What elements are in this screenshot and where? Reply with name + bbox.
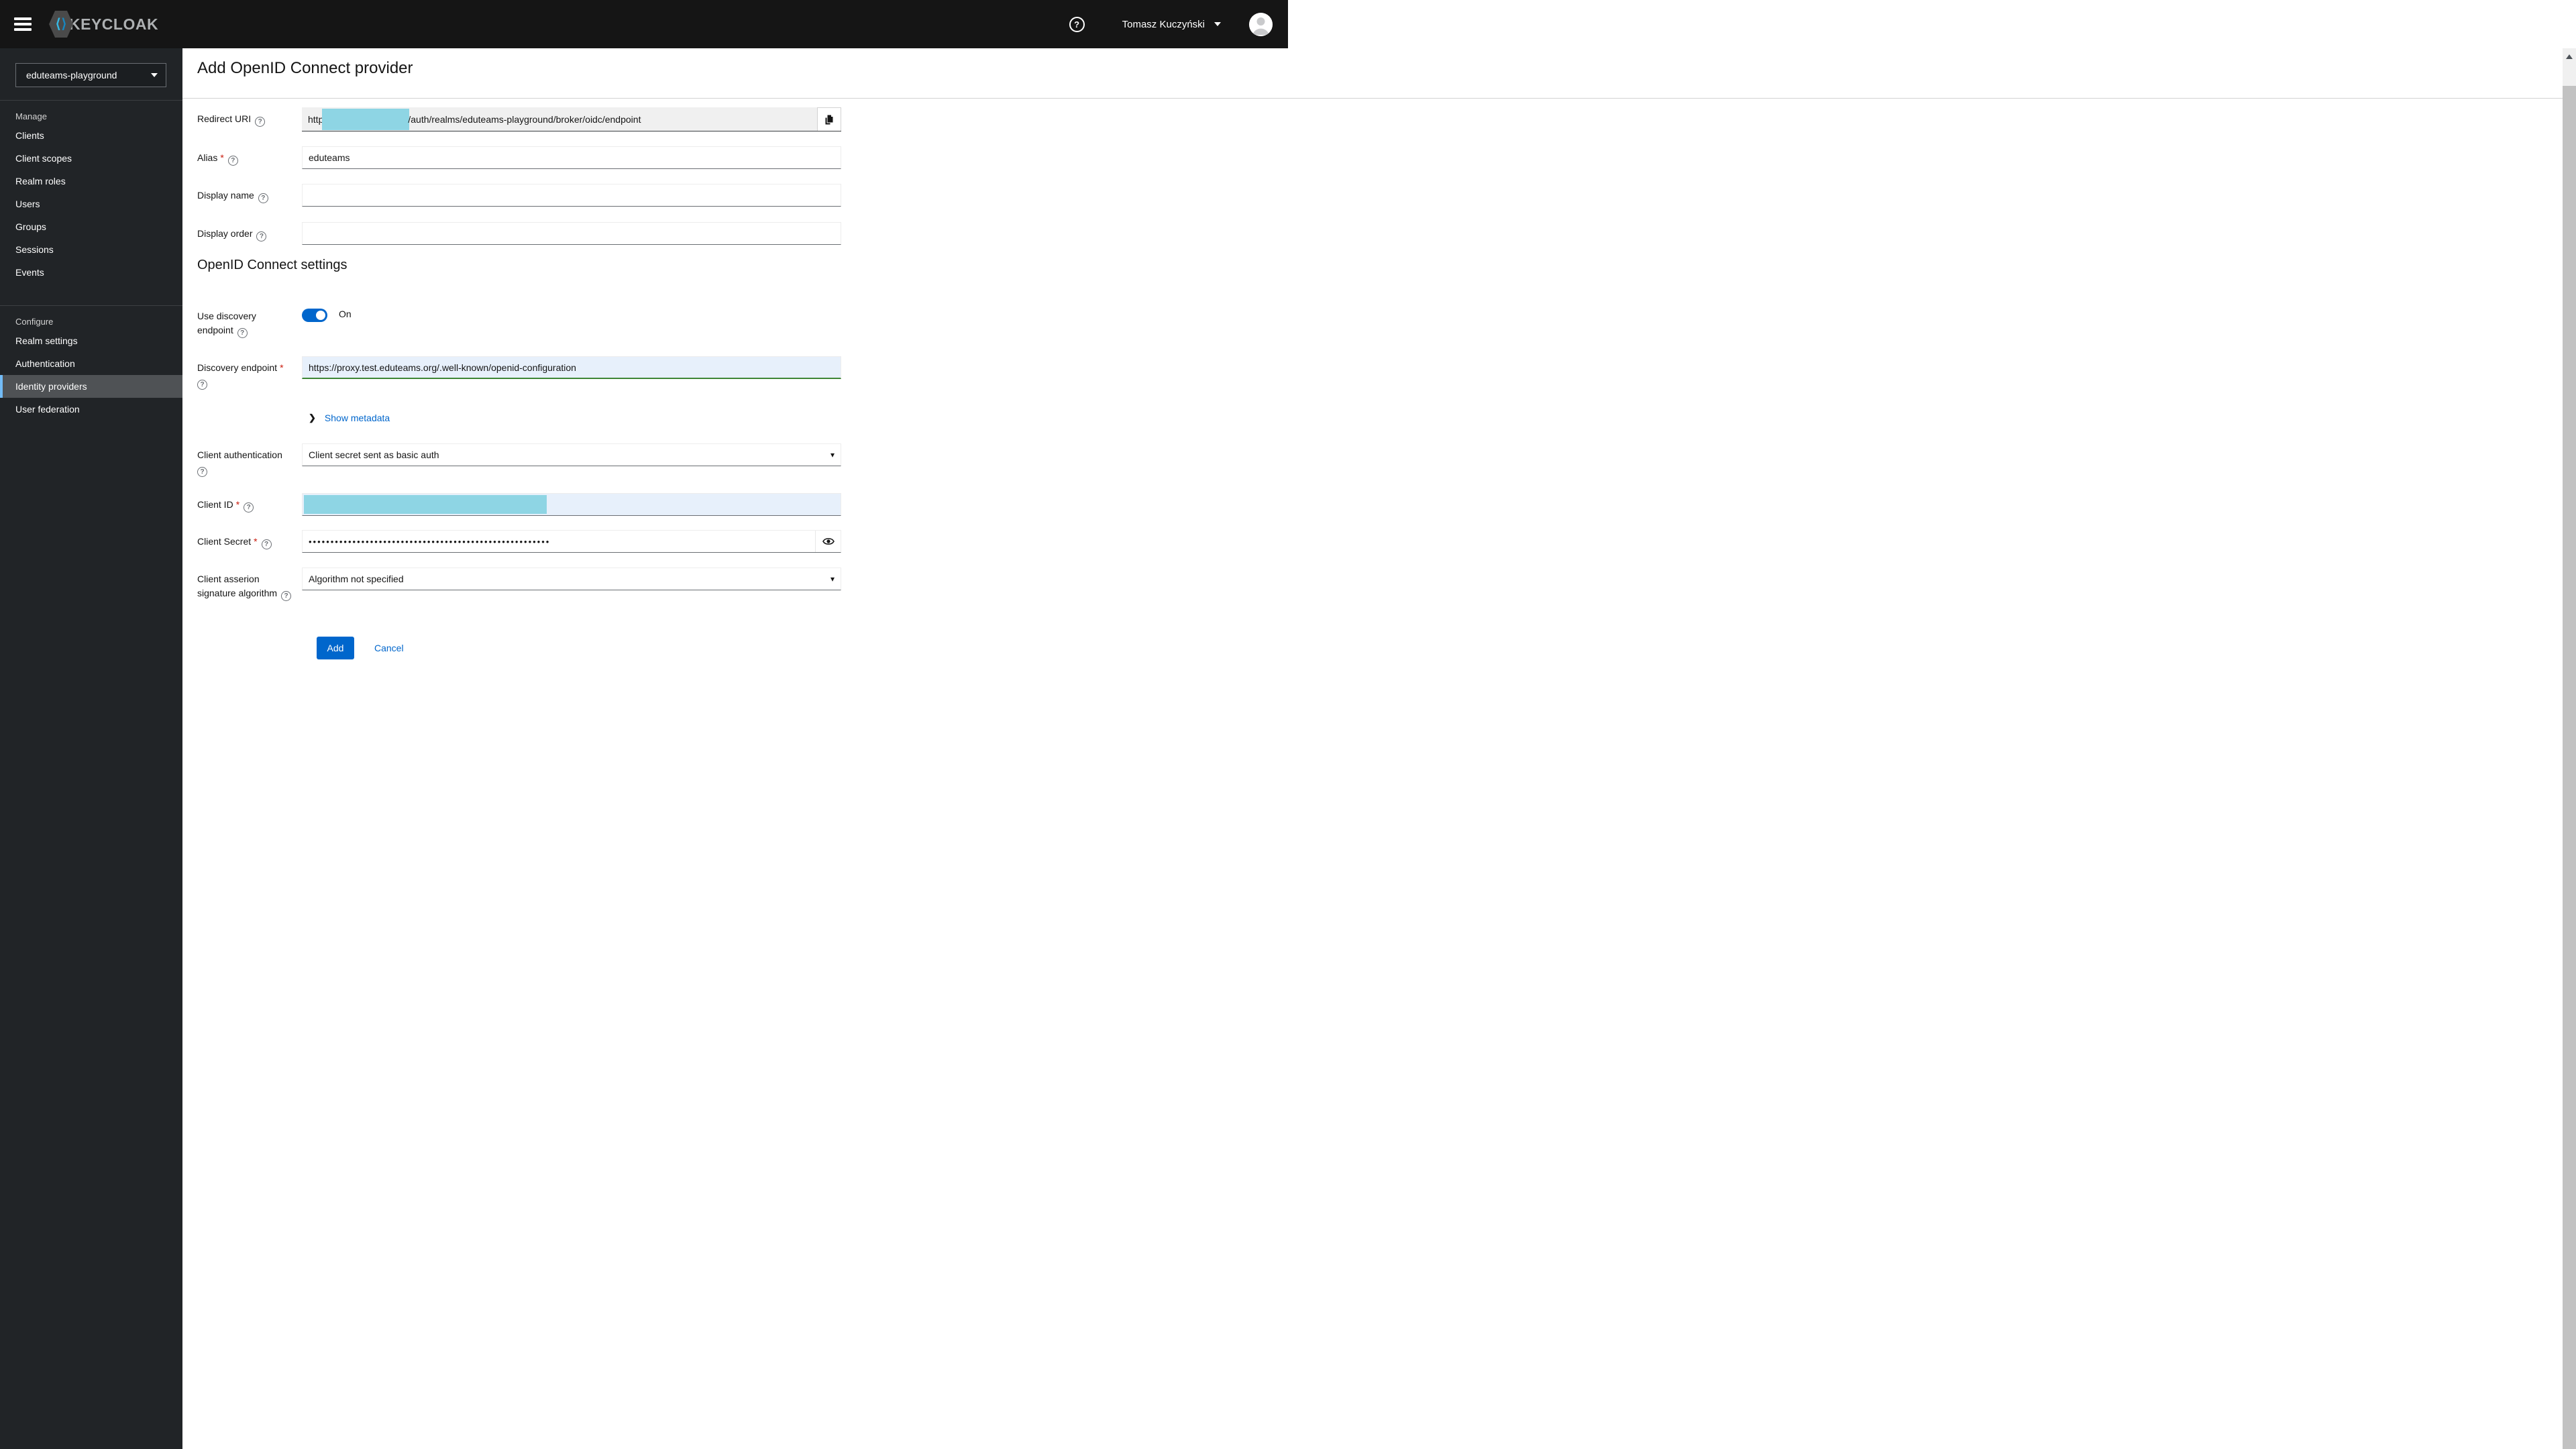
use-discovery-row: Use discovery endpoint? On: [197, 305, 841, 338]
required-marker: *: [235, 499, 240, 510]
divider: [182, 98, 2563, 99]
avatar[interactable]: [1249, 12, 1273, 36]
copy-button[interactable]: [817, 107, 841, 131]
sidebar-item-realm-settings[interactable]: Realm settings: [0, 329, 182, 352]
client-authentication-select[interactable]: Client secret sent as basic auth ▾: [302, 443, 841, 466]
help-icon[interactable]: ?: [261, 539, 272, 549]
chevron-down-icon: [1214, 22, 1221, 26]
display-order-input[interactable]: [302, 222, 841, 245]
client-assertion-alg-select[interactable]: Algorithm not specified ▾: [302, 568, 841, 590]
redirect-uri-label: Redirect URI: [197, 113, 252, 124]
sidebar-item-user-federation[interactable]: User federation: [0, 398, 182, 421]
chevron-down-icon: ▾: [830, 450, 835, 460]
copy-icon: [824, 114, 834, 125]
realm-selector-value: eduteams-playground: [26, 70, 117, 80]
client-assertion-label-line1: Client asserion: [197, 574, 260, 584]
display-name-input[interactable]: [302, 184, 841, 207]
sidebar-item-authentication[interactable]: Authentication: [0, 352, 182, 375]
chevron-down-icon: ▾: [830, 574, 835, 584]
discovery-endpoint-row: Discovery endpoint * ? https://proxy.test…: [197, 356, 841, 390]
sidebar-item-identity-providers[interactable]: Identity providers: [0, 375, 182, 398]
help-icon[interactable]: ?: [227, 156, 238, 166]
section-heading: OpenID Connect settings: [197, 258, 347, 272]
discovery-endpoint-input[interactable]: https://proxy.test.eduteams.org/.well-kn…: [302, 356, 841, 379]
discovery-endpoint-label: Discovery endpoint: [197, 362, 278, 373]
redirect-uri-row: Redirect URI? http/auth/realms/eduteams-…: [197, 107, 841, 131]
help-icon[interactable]: ?: [237, 328, 248, 338]
sidebar: eduteams-playground Manage Clients Clien…: [0, 48, 182, 1449]
help-icon[interactable]: ?: [197, 467, 207, 477]
brand-text: KEYCLOAK: [69, 15, 159, 33]
alias-label: Alias: [197, 152, 218, 163]
nav-group-configure: Configure: [15, 317, 54, 327]
form-actions: Add Cancel: [317, 637, 404, 659]
alias-row: Alias *? eduteams: [197, 146, 841, 169]
user-menu[interactable]: Tomasz Kuczyński: [1122, 19, 1221, 30]
use-discovery-toggle[interactable]: [302, 309, 327, 322]
menu-toggle-icon[interactable]: [14, 17, 32, 31]
cancel-link[interactable]: Cancel: [374, 637, 404, 659]
show-metadata-link[interactable]: Show metadata: [325, 413, 390, 423]
toggle-state-label: On: [339, 309, 352, 319]
scrollbar-track[interactable]: [2563, 48, 2576, 1449]
display-order-label: Display order: [197, 228, 253, 239]
keycloak-logo: ⟨ ⟩ KEYCLOAK: [49, 11, 158, 38]
redaction-overlay: [322, 108, 410, 130]
sidebar-item-sessions[interactable]: Sessions: [0, 238, 182, 261]
use-discovery-label-line1: Use discovery: [197, 311, 256, 321]
client-id-input[interactable]: [302, 493, 841, 516]
sidebar-item-groups[interactable]: Groups: [0, 215, 182, 238]
help-icon[interactable]: ?: [281, 591, 292, 601]
avatar-icon: [1249, 12, 1273, 36]
client-id-label: Client ID: [197, 499, 233, 510]
client-secret-input[interactable]: ••••••••••••••••••••••••••••••••••••••••…: [303, 531, 815, 552]
client-id-row: Client ID *?: [197, 493, 841, 516]
user-name: Tomasz Kuczyński: [1122, 18, 1205, 30]
sidebar-item-clients[interactable]: Clients: [0, 124, 182, 147]
alias-input[interactable]: eduteams: [302, 146, 841, 169]
client-secret-row: Client Secret *? ••••••••••••••••••••••••…: [197, 530, 841, 553]
redirect-uri-field: http/auth/realms/eduteams-playground/bro…: [302, 107, 841, 131]
required-marker: *: [254, 536, 258, 547]
show-metadata-row: ❯ Show metadata: [309, 413, 390, 423]
nav-group-manage: Manage: [15, 111, 47, 121]
required-marker: *: [220, 152, 224, 163]
sidebar-item-events[interactable]: Events: [0, 261, 182, 284]
eye-icon: [822, 538, 835, 545]
sidebar-item-users[interactable]: Users: [0, 193, 182, 215]
redaction-overlay: [304, 495, 547, 514]
display-name-label: Display name: [197, 190, 254, 201]
section-heading-row: OpenID Connect settings: [197, 258, 347, 273]
realm-selector[interactable]: eduteams-playground: [15, 63, 166, 87]
client-assertion-alg-row: Client asserion signature algorithm? Alg…: [197, 568, 841, 601]
required-marker: *: [280, 362, 284, 373]
add-button[interactable]: Add: [317, 637, 354, 659]
chevron-right-icon[interactable]: ❯: [309, 413, 316, 423]
display-name-row: Display name?: [197, 184, 841, 207]
masthead: ⟨ ⟩ KEYCLOAK ? Tomasz Kuczyński: [0, 0, 1288, 48]
display-order-row: Display order?: [197, 222, 841, 245]
scrollbar-up-arrow-icon[interactable]: [2566, 54, 2573, 59]
sidebar-item-client-scopes[interactable]: Client scopes: [0, 147, 182, 170]
client-authentication-label: Client authentication: [197, 449, 282, 460]
help-icon[interactable]: ?: [255, 117, 266, 127]
client-secret-label: Client Secret: [197, 536, 252, 547]
scrollbar-thumb[interactable]: [2563, 86, 2576, 1449]
show-password-button[interactable]: [815, 531, 841, 552]
client-authentication-row: Client authentication ? Client secret se…: [197, 443, 841, 477]
help-icon[interactable]: ?: [258, 193, 268, 203]
page-title: Add OpenID Connect provider: [197, 59, 413, 77]
help-icon[interactable]: ?: [1069, 16, 1085, 32]
main-content: Add OpenID Connect provider Redirect URI…: [182, 48, 2563, 1449]
use-discovery-label-line2: endpoint: [197, 325, 233, 335]
help-icon[interactable]: ?: [244, 502, 254, 513]
chevron-down-icon: [151, 73, 158, 77]
help-icon[interactable]: ?: [197, 380, 207, 390]
sidebar-item-realm-roles[interactable]: Realm roles: [0, 170, 182, 193]
client-assertion-label-line2: signature algorithm: [197, 588, 278, 598]
help-icon[interactable]: ?: [256, 231, 267, 241]
client-secret-field: ••••••••••••••••••••••••••••••••••••••••…: [302, 530, 841, 553]
